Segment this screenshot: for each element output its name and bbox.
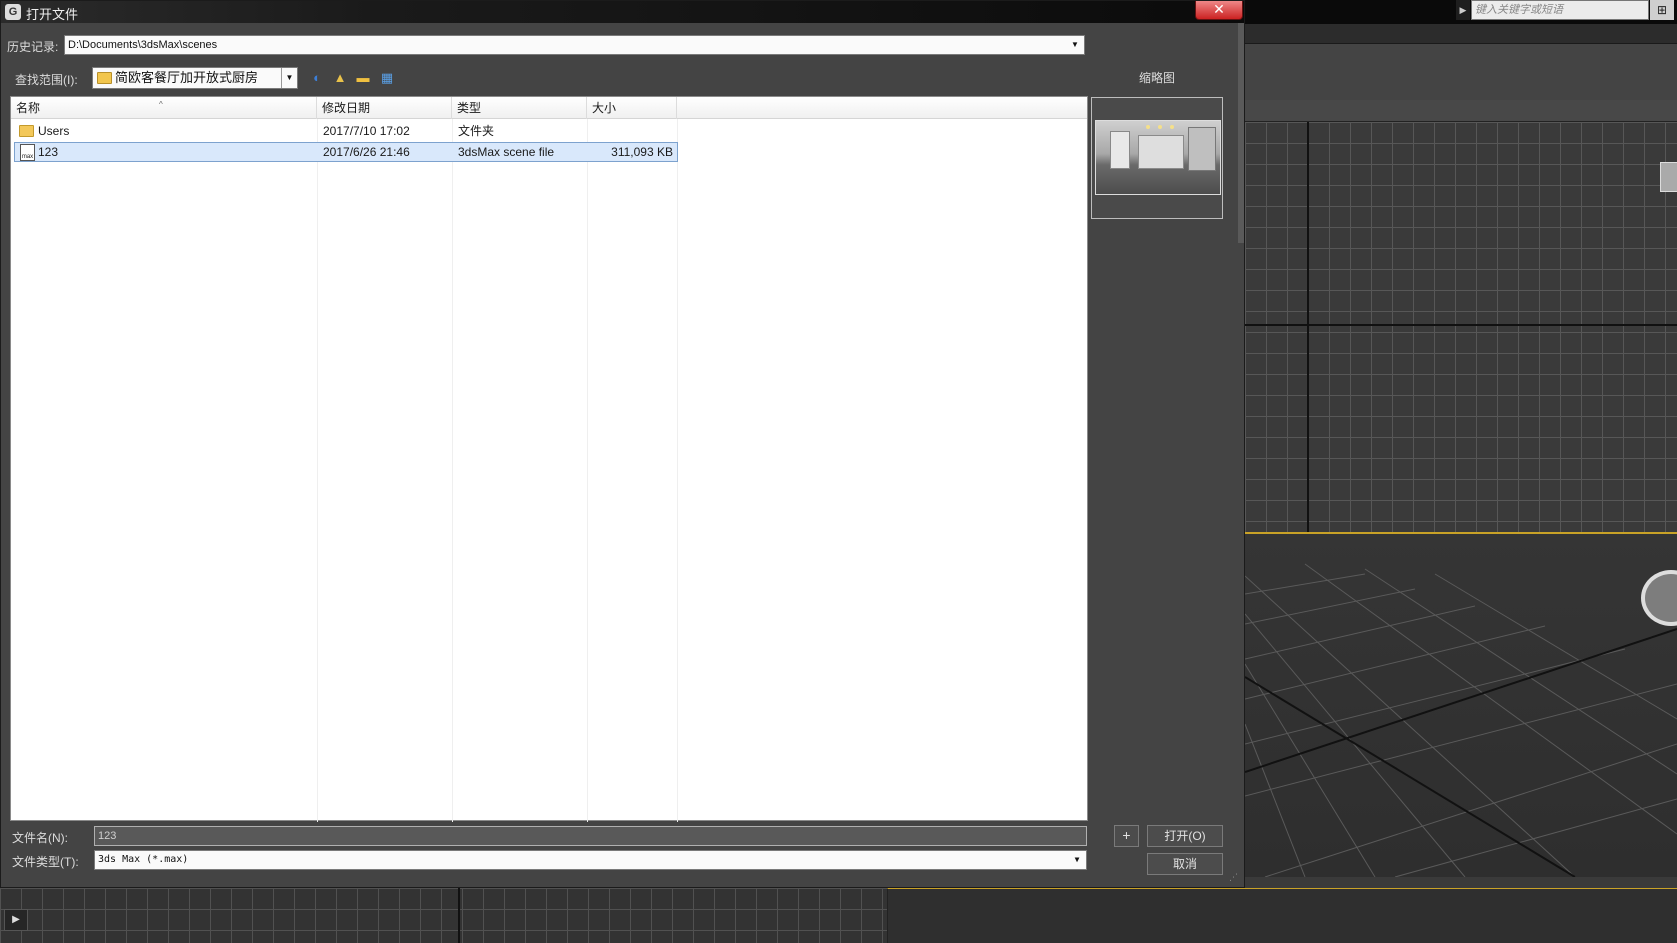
column-divider xyxy=(452,119,453,822)
column-header-size[interactable]: 大小 xyxy=(587,97,677,119)
dialog-title: 打开文件 xyxy=(26,7,79,22)
lookin-label: 查找范围(I): xyxy=(15,73,78,87)
filetype-value: 3ds Max (*.max) xyxy=(98,854,189,865)
viewport-axis-horizontal xyxy=(1245,324,1677,326)
thumbnail-shape xyxy=(1110,131,1130,169)
dialog-title-bar[interactable]: G 打开文件 ✕ xyxy=(1,1,1244,23)
file-modified: 2017/7/10 17:02 xyxy=(323,124,410,138)
up-folder-icon[interactable]: ▲ xyxy=(331,69,349,87)
file-size: 311,093 KB xyxy=(611,145,673,159)
max-file-icon: max xyxy=(20,144,35,161)
open-file-dialog: G 打开文件 ✕ 历史记录: D:\Documents\3dsMax\scene… xyxy=(0,0,1245,888)
thumbnail-panel xyxy=(1091,97,1223,219)
column-header-row: 名称 ^ 修改日期 类型 大小 xyxy=(11,97,1087,119)
file-name: Users xyxy=(38,124,70,138)
sort-ascending-icon: ^ xyxy=(159,100,163,109)
file-list[interactable]: 名称 ^ 修改日期 类型 大小 Users 2017/7/10 17:02 文件… xyxy=(10,96,1088,822)
chevron-down-icon[interactable]: ▼ xyxy=(1070,851,1084,869)
folder-icon xyxy=(19,125,34,137)
thumbnail-shape xyxy=(1146,125,1150,129)
column-divider xyxy=(317,119,318,822)
thumbnail-shape xyxy=(1170,125,1174,129)
viewport-bottom-right[interactable] xyxy=(887,888,1677,943)
file-type: 文件夹 xyxy=(458,124,495,138)
viewport-label-strip xyxy=(1245,100,1677,122)
lookin-dropdown[interactable]: 简欧客餐厅加开放式厨房 ▼ xyxy=(92,67,298,89)
column-divider xyxy=(677,119,678,822)
viewport-bottom-left[interactable] xyxy=(0,888,887,943)
thumbnail-shape xyxy=(1138,135,1184,169)
viewport-axis-vertical xyxy=(1307,122,1309,532)
scene-object-top xyxy=(1660,162,1677,192)
new-folder-icon[interactable]: ▬ xyxy=(354,69,372,87)
file-row-123[interactable]: max 123 2017/6/26 21:46 3dsMax scene fil… xyxy=(14,142,678,162)
file-row-users[interactable]: Users 2017/7/10 17:02 文件夹 xyxy=(14,122,678,142)
app-toolbar-strip xyxy=(1245,44,1677,100)
thumbnail-shape xyxy=(1158,125,1162,129)
column-header-modified[interactable]: 修改日期 xyxy=(317,97,452,119)
filetype-dropdown[interactable]: 3ds Max (*.max) ▼ xyxy=(94,850,1087,870)
app-search-input[interactable]: 键入关键字或短语 xyxy=(1471,0,1649,20)
column-header-name[interactable]: 名称 ^ xyxy=(11,97,317,119)
viewport-axis-vertical xyxy=(458,888,460,943)
help-binoculars-icon[interactable]: ⊞ xyxy=(1650,0,1674,20)
dialog-edge xyxy=(1238,23,1244,243)
filename-label: 文件名(N): xyxy=(12,831,68,845)
thumbnail-label: 缩略图 xyxy=(1138,71,1175,85)
filetype-label: 文件类型(T): xyxy=(12,855,79,869)
viewport-top[interactable] xyxy=(1245,122,1677,532)
thumbnail-shape xyxy=(1188,127,1216,171)
plus-button[interactable]: + xyxy=(1114,825,1139,847)
history-value: D:\Documents\3dsMax\scenes xyxy=(68,39,218,51)
column-divider xyxy=(587,119,588,822)
lookin-value: 简欧客餐厅加开放式厨房 xyxy=(115,70,259,85)
viewport-perspective[interactable] xyxy=(1245,534,1677,877)
chevron-down-icon[interactable]: ▼ xyxy=(281,68,297,88)
play-animation-icon[interactable]: ▶ xyxy=(4,909,28,931)
column-header-type[interactable]: 类型 xyxy=(452,97,587,119)
scene-thumbnail xyxy=(1095,120,1221,195)
file-size xyxy=(593,122,673,140)
back-icon[interactable]: ◐ xyxy=(308,69,326,87)
history-label: 历史记录: xyxy=(7,40,59,54)
view-menu-icon[interactable]: ▦ xyxy=(378,69,396,87)
app-logo-icon: G xyxy=(5,4,21,20)
perspective-grid xyxy=(1245,563,1677,877)
file-name: 123 xyxy=(38,145,59,159)
resize-grip-icon[interactable]: ⋰ xyxy=(1229,871,1241,883)
folder-icon xyxy=(97,72,112,84)
cancel-button[interactable]: 取消 xyxy=(1147,853,1223,875)
open-button[interactable]: 打开(O) xyxy=(1147,825,1223,847)
history-dropdown[interactable]: D:\Documents\3dsMax\scenes ▼ xyxy=(64,35,1085,55)
column-name-label: 名称 xyxy=(16,101,41,115)
search-expand-icon[interactable]: ▶ xyxy=(1456,0,1470,20)
chevron-down-icon[interactable]: ▼ xyxy=(1068,36,1082,54)
file-type: 3dsMax scene file xyxy=(458,145,555,159)
close-button[interactable]: ✕ xyxy=(1195,1,1243,20)
file-modified: 2017/6/26 21:46 xyxy=(323,145,410,159)
app-ribbon-strip xyxy=(1245,24,1677,44)
filename-input[interactable]: 123 xyxy=(94,826,1087,846)
